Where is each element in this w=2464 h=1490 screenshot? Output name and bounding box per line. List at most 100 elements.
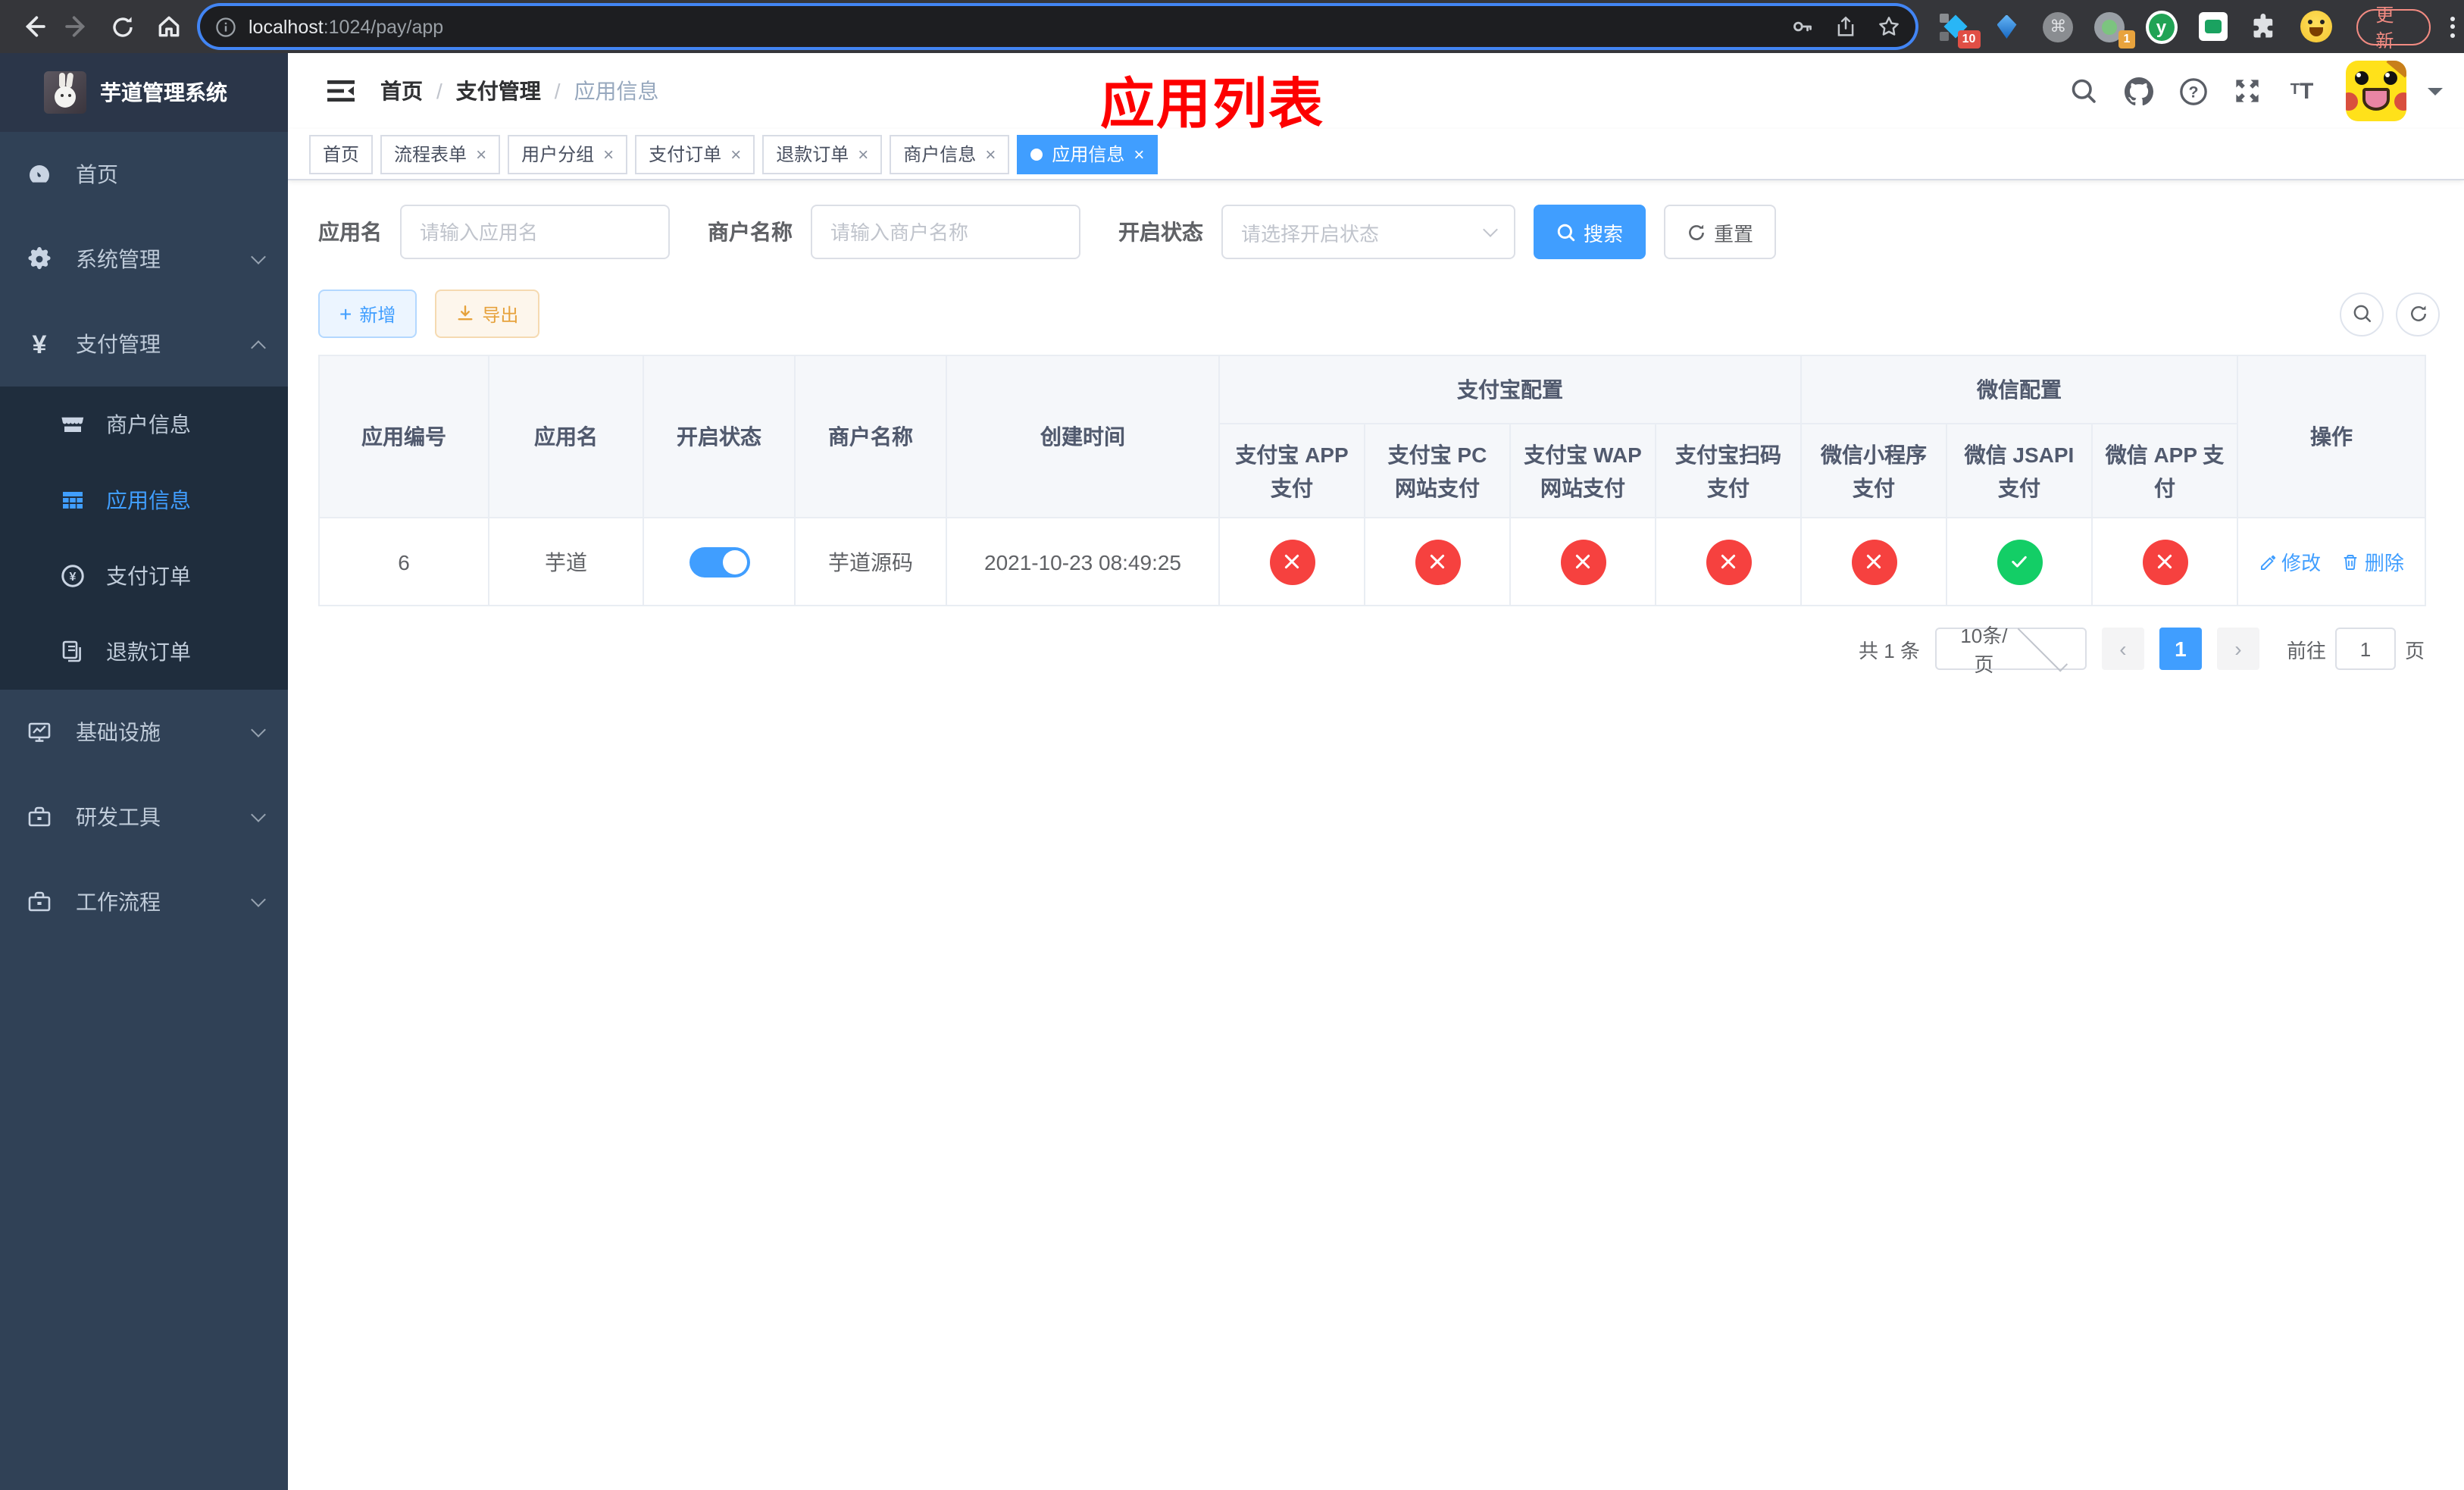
breadcrumb-home[interactable]: 首页: [380, 76, 423, 106]
sidebar-item-home[interactable]: 首页: [0, 132, 288, 217]
close-icon[interactable]: ×: [603, 145, 614, 163]
browser-back-icon[interactable]: [9, 7, 55, 46]
close-icon[interactable]: ×: [476, 145, 486, 163]
breadcrumb-section[interactable]: 支付管理: [456, 76, 541, 106]
avatar-caret-icon[interactable]: [2428, 87, 2443, 102]
merchant-name-input[interactable]: [811, 205, 1080, 259]
site-info-icon[interactable]: [215, 16, 236, 37]
tab-process-form[interactable]: 流程表单 ×: [380, 134, 501, 174]
tab-user-group[interactable]: 用户分组 ×: [508, 134, 628, 174]
pagination: 共 1 条 10条/页 ‹ 1 › 前往 页: [318, 621, 2425, 676]
apps-table: 应用编号 应用名 开启状态 商户名称 创建时间 支付宝配置 微信配置 操作 支付…: [318, 355, 2427, 606]
table-row: 6 芋道 芋道源码 2021-10-23 08:49:25 修改 删除: [318, 517, 2427, 606]
sidebar-item-app-info[interactable]: 应用信息: [0, 462, 288, 538]
extension-1-badge: 10: [1957, 30, 1981, 49]
breadcrumb-current: 应用信息: [574, 79, 659, 103]
page-size-select[interactable]: 10条/页: [1934, 621, 2087, 676]
add-button[interactable]: + 新增: [318, 290, 417, 338]
table-grid-icon: [61, 488, 85, 512]
tab-home[interactable]: 首页: [309, 134, 374, 174]
edit-link[interactable]: 修改: [2259, 547, 2321, 576]
extensions-row: 10 ⌘ 1 y: [1939, 10, 2332, 49]
share-icon[interactable]: [1834, 15, 1856, 38]
col-create-time: 创建时间: [946, 355, 1220, 518]
goto-prefix: 前往: [2286, 639, 2326, 662]
close-icon[interactable]: ×: [730, 145, 741, 163]
browser-update-button[interactable]: 更新: [2356, 4, 2431, 51]
extension-6-icon[interactable]: [2197, 11, 2228, 42]
extension-2-icon[interactable]: [1990, 11, 2022, 42]
next-page-button[interactable]: ›: [2216, 628, 2259, 670]
logo-avatar: [44, 71, 86, 114]
profile-avatar-icon[interactable]: [2300, 11, 2332, 42]
prev-page-button[interactable]: ‹: [2101, 628, 2144, 670]
user-avatar[interactable]: [2346, 61, 2406, 121]
chevron-down-icon: [251, 892, 266, 907]
browser-forward-icon[interactable]: [55, 7, 100, 46]
font-size-icon[interactable]: TT: [2282, 71, 2322, 111]
col-alipay-app: 支付宝 APP 支付: [1218, 423, 1365, 518]
github-icon[interactable]: [2118, 71, 2158, 111]
extension-3-icon[interactable]: ⌘: [2042, 11, 2074, 42]
sidebar-logo[interactable]: 芋道管理系统: [0, 53, 288, 132]
address-bar[interactable]: localhost:1024/pay/app: [200, 6, 1915, 47]
chevron-down-icon: [251, 249, 266, 265]
col-wx-mini: 微信小程序支付: [1800, 423, 1947, 518]
bookmark-star-icon[interactable]: [1877, 15, 1900, 38]
active-dot-icon: [1030, 148, 1043, 160]
page-1-button[interactable]: 1: [2159, 628, 2202, 670]
col-app-name: 应用名: [488, 355, 644, 518]
sidebar-item-refund-order[interactable]: 退款订单: [0, 614, 288, 690]
sidebar-item-infra[interactable]: 基础设施: [0, 690, 288, 775]
status-select[interactable]: 请选择开启状态: [1221, 205, 1515, 259]
sidebar-item-merchant-info[interactable]: 商户信息: [0, 387, 288, 462]
close-icon[interactable]: ×: [1134, 145, 1144, 163]
col-wx-jsapi: 微信 JSAPI 支付: [1946, 423, 2093, 518]
tab-refund-order[interactable]: 退款订单 ×: [762, 134, 883, 174]
tab-merchant-info[interactable]: 商户信息 ×: [890, 134, 1010, 174]
cell-app-id: 6: [318, 517, 489, 606]
header-search-icon[interactable]: [2064, 71, 2103, 111]
dashboard-icon: [27, 162, 52, 186]
toggle-search-button[interactable]: [2340, 292, 2384, 336]
search-button[interactable]: 搜索: [1534, 205, 1646, 259]
goto-page-input[interactable]: [2334, 628, 2396, 670]
close-icon[interactable]: ×: [985, 145, 996, 163]
refresh-table-button[interactable]: [2396, 292, 2440, 336]
help-icon[interactable]: ?: [2173, 71, 2212, 111]
sidebar-item-workflow[interactable]: 工作流程: [0, 859, 288, 944]
page-annotation-title: 应用列表: [1099, 73, 1324, 135]
table-toolbar: + 新增 导出: [318, 290, 2440, 338]
sidebar-toggle-icon[interactable]: [326, 76, 356, 106]
extension-1-icon[interactable]: 10: [1939, 11, 1981, 49]
status-toggle[interactable]: [689, 546, 749, 577]
sidebar-item-pay-order[interactable]: ¥ 支付订单: [0, 538, 288, 614]
svg-text:¥: ¥: [70, 571, 77, 584]
tab-pay-order[interactable]: 支付订单 ×: [635, 134, 755, 174]
delete-link[interactable]: 删除: [2342, 547, 2404, 576]
browser-menu-icon[interactable]: [2441, 10, 2464, 43]
app-name-input[interactable]: [400, 205, 670, 259]
cell-status: [643, 517, 796, 606]
password-key-icon[interactable]: [1790, 15, 1813, 38]
tab-app-info[interactable]: 应用信息 ×: [1017, 134, 1159, 174]
sidebar-item-system[interactable]: 系统管理: [0, 217, 288, 302]
extensions-puzzle-icon[interactable]: [2248, 11, 2280, 42]
sidebar-item-devtools[interactable]: 研发工具: [0, 775, 288, 859]
browser-home-icon[interactable]: [145, 7, 191, 46]
close-icon[interactable]: ×: [858, 145, 868, 163]
extension-5-icon[interactable]: y: [2145, 10, 2178, 43]
fullscreen-icon[interactable]: [2228, 71, 2267, 111]
monitor-chart-icon: [27, 720, 52, 744]
sidebar-item-pay[interactable]: ¥ 支付管理: [0, 302, 288, 387]
wx-jsapi-success-icon: [1997, 539, 2042, 584]
yen-icon: ¥: [32, 330, 47, 358]
reset-button[interactable]: 重置: [1664, 205, 1777, 259]
export-button[interactable]: 导出: [435, 290, 540, 338]
col-alipay-qr: 支付宝扫码支付: [1655, 423, 1802, 518]
extension-4-icon[interactable]: 1: [2093, 11, 2135, 49]
chevron-up-icon: [251, 340, 266, 355]
group-wechat-config: 微信配置: [1800, 355, 2239, 424]
browser-refresh-icon[interactable]: [100, 7, 145, 46]
chevron-down-icon: [251, 807, 266, 822]
